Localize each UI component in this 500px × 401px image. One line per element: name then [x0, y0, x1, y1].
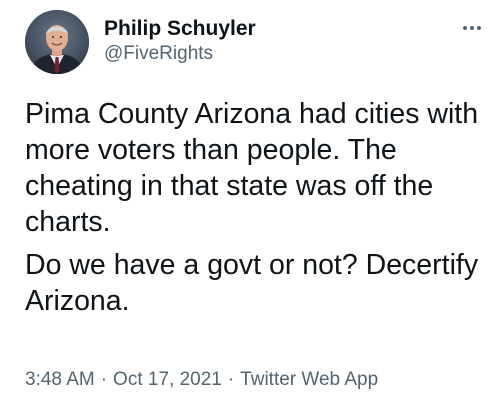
- more-horizontal-icon: [463, 26, 481, 30]
- meta-separator: ·: [100, 369, 108, 390]
- author-handle[interactable]: @FiveRights: [104, 42, 256, 66]
- tweet-paragraph: Pima County Arizona had cities with more…: [25, 98, 479, 238]
- tweet-date: Oct 17, 2021: [113, 369, 222, 390]
- meta-separator: ·: [227, 369, 235, 390]
- profile-photo-icon: [25, 10, 89, 74]
- tweet-header: Philip Schuyler @FiveRights: [25, 10, 486, 74]
- tweet-time-link[interactable]: 3:48 AM · Oct 17, 2021: [25, 369, 222, 390]
- avatar[interactable]: [25, 10, 89, 74]
- tweet-source-link[interactable]: Twitter Web App: [240, 369, 378, 390]
- author-display-name[interactable]: Philip Schuyler: [104, 16, 256, 41]
- author-names: Philip Schuyler @FiveRights: [104, 16, 256, 66]
- tweet-card: Philip Schuyler @FiveRights Pima County …: [0, 0, 500, 401]
- tweet-text: Pima County Arizona had cities with more…: [25, 96, 487, 319]
- tweet-time: 3:48 AM: [25, 369, 95, 390]
- tweet-paragraph: Do we have a govt or not? Decertify Ariz…: [25, 249, 479, 317]
- more-options-button[interactable]: [458, 18, 486, 38]
- tweet-metadata: 3:48 AM · Oct 17, 2021 · Twitter Web App: [25, 368, 378, 392]
